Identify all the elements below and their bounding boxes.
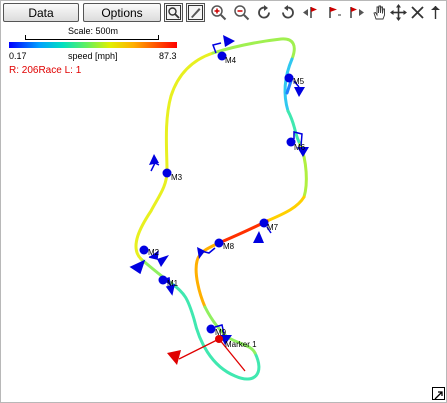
- marker-m6-label: M6: [294, 143, 306, 152]
- track-map[interactable]: M1 M2 M3 M4 M5 M6 M7 M8 M9 Marker 1: [1, 1, 447, 403]
- marker-m4-label: M4: [225, 56, 237, 65]
- marker-m7-label: M7: [267, 223, 279, 232]
- marker-m2-label: M2: [148, 248, 160, 257]
- marker-m8-label: M8: [223, 242, 235, 251]
- track-map-window: Data Options Scale: 500m 0.17 speed [mph: [0, 0, 447, 403]
- marker-m7[interactable]: M7: [253, 218, 279, 244]
- marker-m1-label: M1: [167, 279, 179, 288]
- expand-icon: [434, 391, 443, 400]
- active-marker[interactable]: Marker 1: [167, 335, 257, 372]
- active-marker-label: Marker 1: [225, 340, 257, 349]
- resize-corner-button[interactable]: [432, 387, 445, 400]
- marker-m3-label: M3: [171, 173, 183, 182]
- marker-m8[interactable]: M8: [197, 238, 235, 260]
- marker-m1[interactable]: M1: [158, 275, 179, 296]
- marker-m5-label: M5: [293, 77, 305, 86]
